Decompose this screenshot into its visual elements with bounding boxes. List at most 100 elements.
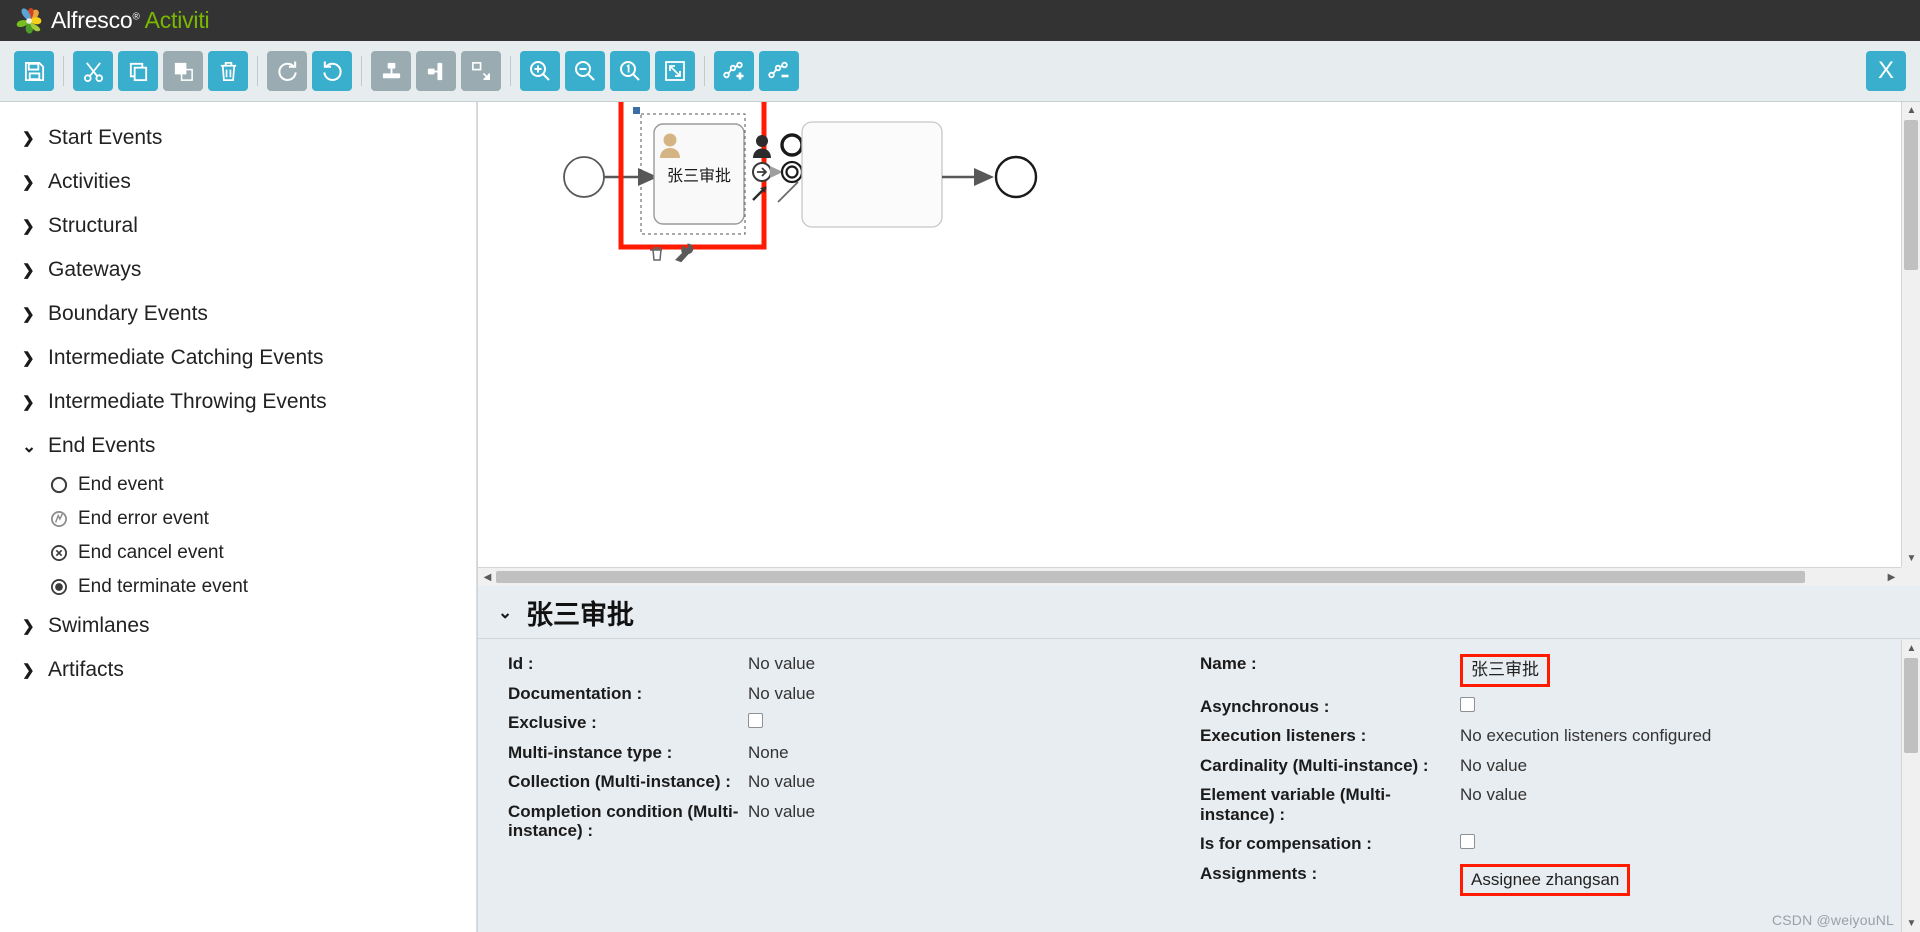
property-value[interactable] [748,713,1188,733]
palette-item-end-cancel-event[interactable]: End cancel event [0,536,476,570]
property-value[interactable]: No value [748,684,1188,704]
chevron-right-icon[interactable]: ❯ [22,219,38,234]
property-label: Is for compensation : [1200,834,1372,854]
scroll-up-arrow[interactable]: ▲ [1902,102,1920,119]
chevron-right-icon[interactable]: ❯ [22,663,38,678]
props-scroll-down-arrow[interactable]: ▼ [1902,915,1920,932]
delete-button[interactable] [208,51,248,91]
property-value[interactable]: No value [1460,785,1898,805]
palette-group-intermediate-catching-events[interactable]: ❯ Intermediate Catching Events [0,336,476,380]
chevron-right-icon[interactable]: ❯ [22,619,38,634]
property-checkbox[interactable] [1460,696,1475,712]
property-row: Id : No value [478,649,1188,679]
properties-vertical-scrollbar[interactable]: ▲ ▼ [1901,640,1920,932]
zoom-out-button[interactable] [565,51,605,91]
canvas-hscroll-thumb[interactable] [496,571,1805,583]
zoom-actual-button[interactable] [610,51,650,91]
brand-logo[interactable]: Alfresco® Activiti [14,6,210,36]
property-value[interactable]: No value [748,772,1188,792]
chevron-right-icon[interactable]: ❯ [22,307,38,322]
chevron-right-icon[interactable]: ❯ [22,263,38,278]
zoom-in-button[interactable] [520,51,560,91]
palette-item-label: End error event [78,508,209,529]
highlighted-property-value[interactable]: 张三审批 [1460,654,1550,687]
align-vertical-button [371,51,411,91]
quick-menu-end-event-icon [780,133,804,157]
props-scroll-up-arrow[interactable]: ▲ [1902,640,1920,657]
add-bendpoint-button[interactable] [714,51,754,91]
highlighted-property-value[interactable]: Assignee zhangsan [1460,863,1631,897]
remove-bendpoint-button[interactable] [759,51,799,91]
toolbar-separator [257,56,258,86]
property-value[interactable]: None [748,743,1188,763]
copy-icon [129,62,147,81]
editor-body: ❯ Start Events ❯ Activities ❯ Structural ❯ Gate… [0,102,1920,932]
bendpoint-add-icon [723,61,744,80]
palette-group-end-events[interactable]: ⌄ End Events [0,424,476,468]
property-value[interactable]: No value [1460,756,1898,776]
property-label: Collection (Multi-instance) : [508,772,731,792]
palette-group-intermediate-throwing-events[interactable]: ❯ Intermediate Throwing Events [0,380,476,424]
palette-item-end-error-event[interactable]: End error event [0,502,476,536]
chevron-right-icon[interactable]: ❯ [22,131,38,146]
chevron-right-icon[interactable]: ❯ [22,351,38,366]
property-value[interactable]: No execution listeners configured [1460,726,1898,746]
properties-header[interactable]: ⌄ 张三审批 [478,586,1920,639]
palette-item-end-terminate-event[interactable]: End terminate event [0,570,476,604]
watermark-text: CSDN @weiyouNL [1771,912,1894,928]
zoom-fit-icon [665,61,685,81]
brand-registered-mark: ® [132,11,140,23]
end-terminate-event-icon [48,576,70,598]
chevron-right-icon[interactable]: ❯ [22,395,38,410]
palette-group-label: Swimlanes [48,614,150,637]
undo-button[interactable] [312,51,352,91]
paste-icon [174,62,193,81]
property-value[interactable] [1460,834,1898,854]
palette-group-label: Boundary Events [48,302,208,325]
property-value[interactable]: No value [748,654,1188,674]
palette-group-activities[interactable]: ❯ Activities [0,160,476,204]
property-value[interactable] [1460,696,1898,717]
property-row: Completion condition (Multi-instance) : N… [478,797,1188,846]
palette-group-boundary-events[interactable]: ❯ Boundary Events [0,292,476,336]
floppy-disk-icon [24,61,44,81]
same-size-button [461,51,501,91]
scroll-left-arrow[interactable]: ◀ [478,569,497,586]
end-cancel-event-icon [48,542,70,564]
palette-item-label: End terminate event [78,576,249,597]
canvas-horizontal-scrollbar[interactable]: ◀ ▶ [478,567,1901,586]
chevron-down-icon[interactable]: ⌄ [498,604,514,621]
props-vscroll-thumb[interactable] [1904,658,1918,753]
zoom-fit-button[interactable] [655,51,695,91]
copy-button[interactable] [118,51,158,91]
canvas-vertical-scrollbar[interactable]: ▲ ▼ [1901,102,1920,567]
palette-item-end-event[interactable]: End event [0,468,476,502]
property-checkbox[interactable] [748,713,763,729]
palette-group-label: Start Events [48,126,163,149]
palette-group-label: Intermediate Throwing Events [48,390,327,413]
canvas-vscroll-thumb[interactable] [1904,120,1918,270]
palette-group-gateways[interactable]: ❯ Gateways [0,248,476,292]
property-value[interactable]: No value [748,802,1188,822]
user-task-label: 张三审批 [667,166,731,185]
property-checkbox[interactable] [1460,834,1475,850]
scroll-right-arrow[interactable]: ▶ [1882,569,1901,586]
save-button[interactable] [14,51,54,91]
close-editor-button[interactable]: X [1866,51,1906,91]
palette-group-swimlanes[interactable]: ❯ Swimlanes [0,604,476,648]
palette-group-artifacts[interactable]: ❯ Artifacts [0,648,476,692]
palette-group-start-events[interactable]: ❯ Start Events [0,116,476,160]
chevron-right-icon[interactable]: ❯ [22,175,38,190]
scroll-down-arrow[interactable]: ▼ [1902,550,1920,567]
palette-item-label: End cancel event [78,542,224,563]
magnifier-minus-icon [575,61,595,81]
cut-button[interactable] [73,51,113,91]
diagram-canvas[interactable]: 张三审批 [478,102,1901,567]
palette-group-structural[interactable]: ❯ Structural [0,204,476,248]
property-row: Element variable (Multi-instance) : No va… [1188,780,1898,829]
property-value[interactable]: 张三审批 [1460,654,1898,687]
chevron-down-icon[interactable]: ⌄ [22,438,38,455]
property-row: Name : 张三审批 [1188,649,1898,692]
property-value[interactable]: Assignee zhangsan [1460,863,1898,897]
brand-name-primary: Alfresco [51,7,133,33]
